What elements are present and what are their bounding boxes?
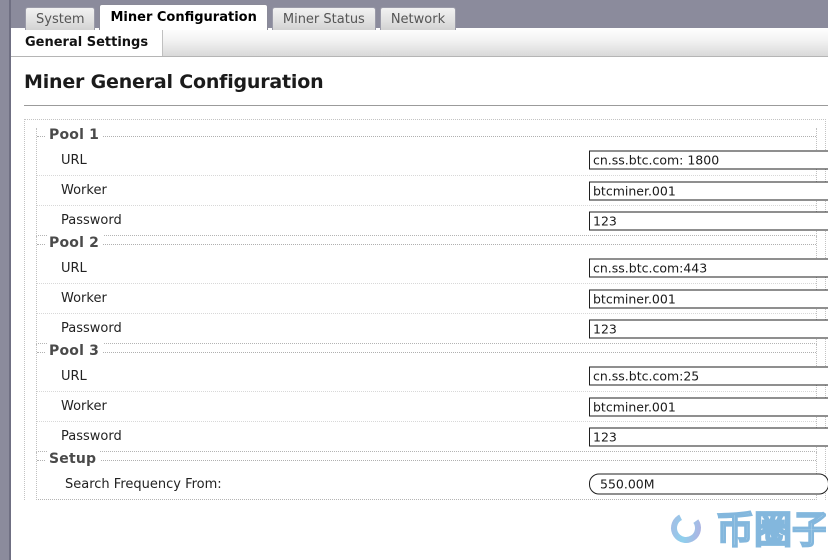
settings-row: Worker [37, 175, 828, 205]
row-label: Worker [61, 183, 107, 198]
settings-row: Worker [37, 391, 828, 421]
title-divider [24, 105, 828, 106]
group-legend-label: Pool 2 [47, 235, 104, 251]
tab-network[interactable]: Network [379, 7, 457, 30]
group-setup: Setup Search Frequency From: [36, 451, 828, 500]
row-label: Password [61, 429, 122, 444]
pool-3-worker-input[interactable] [589, 397, 828, 416]
pool-1-password-input[interactable] [589, 211, 828, 230]
tab-miner-status[interactable]: Miner Status [271, 7, 376, 30]
legend-rule-left [37, 244, 45, 245]
legend-rule-left [37, 352, 45, 353]
settings-row: Password [37, 421, 828, 451]
pool-3-url-input[interactable] [589, 366, 828, 386]
legend-rule-left [37, 136, 45, 137]
pool-1-url-input[interactable] [589, 150, 828, 170]
settings-row: Password [37, 205, 828, 235]
subtab-general-settings[interactable]: General Settings [11, 29, 164, 56]
legend-rule-right [99, 136, 816, 137]
page-title: Miner General Configuration [24, 71, 324, 93]
pool-2-worker-input[interactable] [589, 289, 828, 308]
row-label: URL [61, 260, 87, 276]
tab-miner-configuration[interactable]: Miner Configuration [99, 4, 268, 30]
settings-row: Search Frequency From: [37, 469, 828, 499]
row-label: Password [61, 321, 122, 336]
row-label: Search Frequency From: [65, 476, 222, 492]
settings-row: URL [37, 145, 828, 175]
group-legend-row: Pool 1 [37, 127, 816, 145]
tab-system[interactable]: System [25, 7, 96, 30]
settings-row: URL [37, 361, 828, 391]
settings-row: Worker [37, 283, 828, 313]
page-content: Miner General Configuration Pool 1 URL Wor… [11, 57, 828, 560]
row-label: URL [61, 368, 87, 384]
pool-2-password-input[interactable] [589, 319, 828, 338]
window-left-rail-shadow [9, 0, 11, 560]
group-legend-row: Pool 3 [37, 343, 816, 361]
row-label: Password [61, 213, 122, 228]
legend-rule-right [99, 352, 816, 353]
group-legend-label: Pool 3 [47, 343, 104, 359]
settings-row: URL [37, 253, 828, 283]
pool-2-url-input[interactable] [589, 258, 828, 278]
pool-1-worker-input[interactable] [589, 181, 828, 200]
group-pool-3: Pool 3 URL Worker Password [36, 343, 828, 452]
legend-rule-right [99, 460, 816, 461]
setup-search-frequency-from-input[interactable] [589, 473, 828, 495]
group-legend-row: Pool 2 [37, 235, 816, 253]
settings-container: Pool 1 URL Worker Password Pool 2 URL Worker Pa… [24, 119, 828, 500]
legend-rule-right [99, 244, 816, 245]
group-legend-label: Setup [47, 451, 101, 467]
row-label: URL [61, 152, 87, 168]
row-label: Worker [61, 291, 107, 306]
row-label: Worker [61, 399, 107, 414]
settings-row: Password [37, 313, 828, 343]
group-legend-row: Setup [37, 451, 816, 469]
legend-rule-left [37, 460, 45, 461]
group-pool-1: Pool 1 URL Worker Password [36, 127, 828, 236]
group-legend-label: Pool 1 [47, 127, 104, 143]
pool-3-password-input[interactable] [589, 427, 828, 446]
group-pool-2: Pool 2 URL Worker Password [36, 235, 828, 344]
secondary-tab-bar: General Settings [0, 28, 828, 57]
primary-tab-bar: System Miner Configuration Miner Status Net… [0, 0, 828, 30]
